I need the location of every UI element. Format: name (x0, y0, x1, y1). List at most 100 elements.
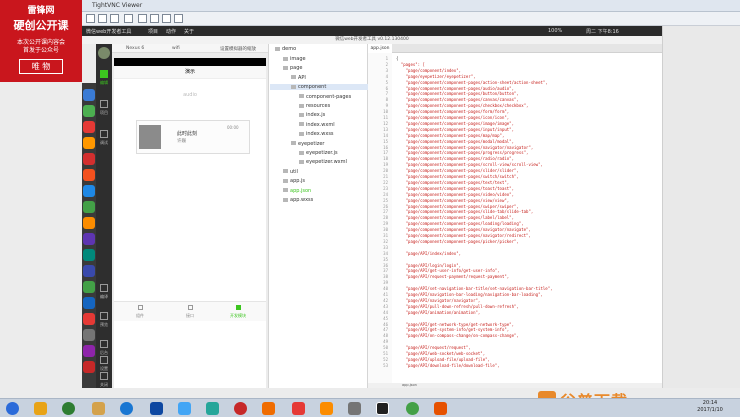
app-icon[interactable] (83, 329, 95, 341)
tree-item[interactable]: page (283, 65, 303, 71)
zoom-in-icon[interactable] (138, 14, 147, 23)
app-icon[interactable] (83, 89, 95, 101)
code-line: "page/API/request/request", (396, 345, 471, 351)
app-icon[interactable] (83, 233, 95, 245)
clock-time: 20:14 (702, 400, 718, 406)
ctrl-alt-del-icon[interactable] (86, 14, 95, 23)
taskbar-app-icon[interactable] (406, 402, 419, 415)
app-icon[interactable] (83, 185, 95, 197)
nav-item-edit[interactable]: 编辑 (97, 70, 111, 86)
folder-icon (283, 56, 288, 61)
taskbar-clock[interactable]: 20:14 2017/1/10 (682, 400, 738, 414)
app-icon[interactable] (83, 105, 95, 117)
nav-item-compile[interactable]: 编译 (97, 284, 111, 300)
network-select[interactable]: wifi (172, 46, 180, 51)
code-line: "page/component/component-pages/button/b… (396, 91, 519, 97)
taskbar-app-icon[interactable] (434, 402, 447, 415)
nav-item-preview[interactable]: 预览 (97, 312, 111, 328)
code-line: "page/component/component-pages/label/la… (396, 215, 515, 221)
tree-item-label: index.js (306, 112, 326, 119)
tree-item[interactable]: app.js (283, 178, 305, 184)
line-number: 8 (385, 97, 388, 103)
tree-item[interactable]: image (283, 56, 306, 62)
folder-icon (291, 84, 296, 89)
menu-item[interactable]: 关于 (184, 28, 194, 35)
tab-dev-module[interactable]: 开发模块 (218, 305, 258, 319)
album-cover[interactable] (139, 125, 161, 149)
app-icon[interactable] (83, 121, 95, 133)
tree-item[interactable]: app.json (283, 188, 311, 194)
tree-item[interactable]: component (270, 84, 368, 91)
taskbar-app-icon[interactable] (234, 402, 247, 415)
line-number: 12 (383, 120, 388, 126)
code-line: "page/API/get-user-info/get-user-info", (396, 268, 500, 274)
tab-api[interactable]: 接口 (170, 305, 210, 319)
app-icon[interactable] (83, 217, 95, 229)
taskbar-app-icon[interactable] (348, 402, 361, 415)
taskbar-app-icon[interactable] (376, 402, 389, 415)
app-icon[interactable] (83, 265, 95, 277)
avatar[interactable] (98, 47, 110, 59)
tree-item-label: demo (282, 46, 297, 52)
tree-item[interactable]: resources (299, 103, 330, 109)
taskbar-app-icon[interactable] (150, 402, 163, 415)
taskbar-app-icon[interactable] (34, 402, 47, 415)
code-line: "page/API/set-navigation-bar-title/set-n… (396, 286, 553, 292)
tree-item[interactable]: app.wxss (283, 197, 313, 203)
menu-item[interactable]: 动作 (166, 28, 176, 35)
tree-item[interactable]: index.wxml (299, 122, 335, 128)
backend-icon (100, 340, 108, 348)
nav-item-project[interactable]: 项目 (97, 100, 111, 116)
app-icon[interactable] (83, 281, 95, 293)
tree-item[interactable]: component-pages (299, 94, 351, 100)
app-icon[interactable] (83, 297, 95, 309)
menu-item[interactable]: 微信web开发者工具 (86, 28, 131, 35)
zoom-out-icon[interactable] (150, 14, 159, 23)
app-icon[interactable] (83, 345, 95, 357)
start-icon[interactable] (6, 402, 19, 415)
app-icon[interactable] (83, 201, 95, 213)
taskbar-app-icon[interactable] (92, 402, 105, 415)
app-icon[interactable] (83, 169, 95, 181)
tree-item[interactable]: index.js (299, 112, 325, 118)
app-icon[interactable] (83, 249, 95, 261)
taskbar-app-icon[interactable] (262, 402, 275, 415)
tree-item[interactable]: demo (275, 46, 296, 52)
tree-item[interactable]: eyepetizer (291, 141, 324, 147)
audio-player[interactable]: 此时此刻 许巍 00:00 (136, 120, 250, 154)
menu-item[interactable]: 项目 (148, 28, 158, 35)
taskbar-app-icon[interactable] (206, 402, 219, 415)
code-line: "page/component/component-pages/radio/ra… (396, 156, 515, 162)
app-icon[interactable] (83, 137, 95, 149)
line-number: 17 (383, 150, 388, 156)
zoom-hint[interactable]: 设置模拟器的缩放 (220, 46, 256, 52)
zoom-fit-icon[interactable] (174, 14, 183, 23)
taskbar-app-icon[interactable] (320, 402, 333, 415)
zoom-100-icon[interactable] (162, 14, 171, 23)
taskbar-app-icon[interactable] (120, 402, 133, 415)
app-icon[interactable] (83, 361, 95, 373)
line-number: 18 (383, 156, 388, 162)
nav-item-close[interactable]: 关闭 (97, 372, 111, 388)
taskbar-app-icon[interactable] (292, 402, 305, 415)
taskbar-app-icon[interactable] (62, 402, 75, 415)
nav-item-settings[interactable]: 设置 (97, 356, 111, 372)
ctrl-icon[interactable] (98, 14, 107, 23)
device-select[interactable]: Nexus 6 (126, 46, 144, 51)
refresh-icon[interactable] (124, 14, 133, 23)
nav-item-debug[interactable]: 调试 (97, 130, 111, 146)
tree-item[interactable]: eyepetizer.js (299, 150, 338, 156)
file-icon (299, 122, 304, 127)
alt-icon[interactable] (110, 14, 119, 23)
tab-component[interactable]: 组件 (120, 305, 160, 319)
tree-item[interactable]: util (283, 169, 298, 175)
app-icon[interactable] (83, 153, 95, 165)
app-icon[interactable] (83, 313, 95, 325)
tab-app-json[interactable]: app.json (368, 44, 392, 53)
tree-item[interactable]: index.wxss (299, 131, 334, 137)
tree-item[interactable]: eyepetizer.wxml (299, 159, 347, 165)
taskbar-app-icon[interactable] (178, 402, 191, 415)
tree-item[interactable]: API (291, 75, 306, 81)
nav-item-backend[interactable]: 后台 (97, 340, 111, 356)
code-editor[interactable]: 1 {2 "pages": [3 "page/component/index", 4… (368, 53, 662, 383)
